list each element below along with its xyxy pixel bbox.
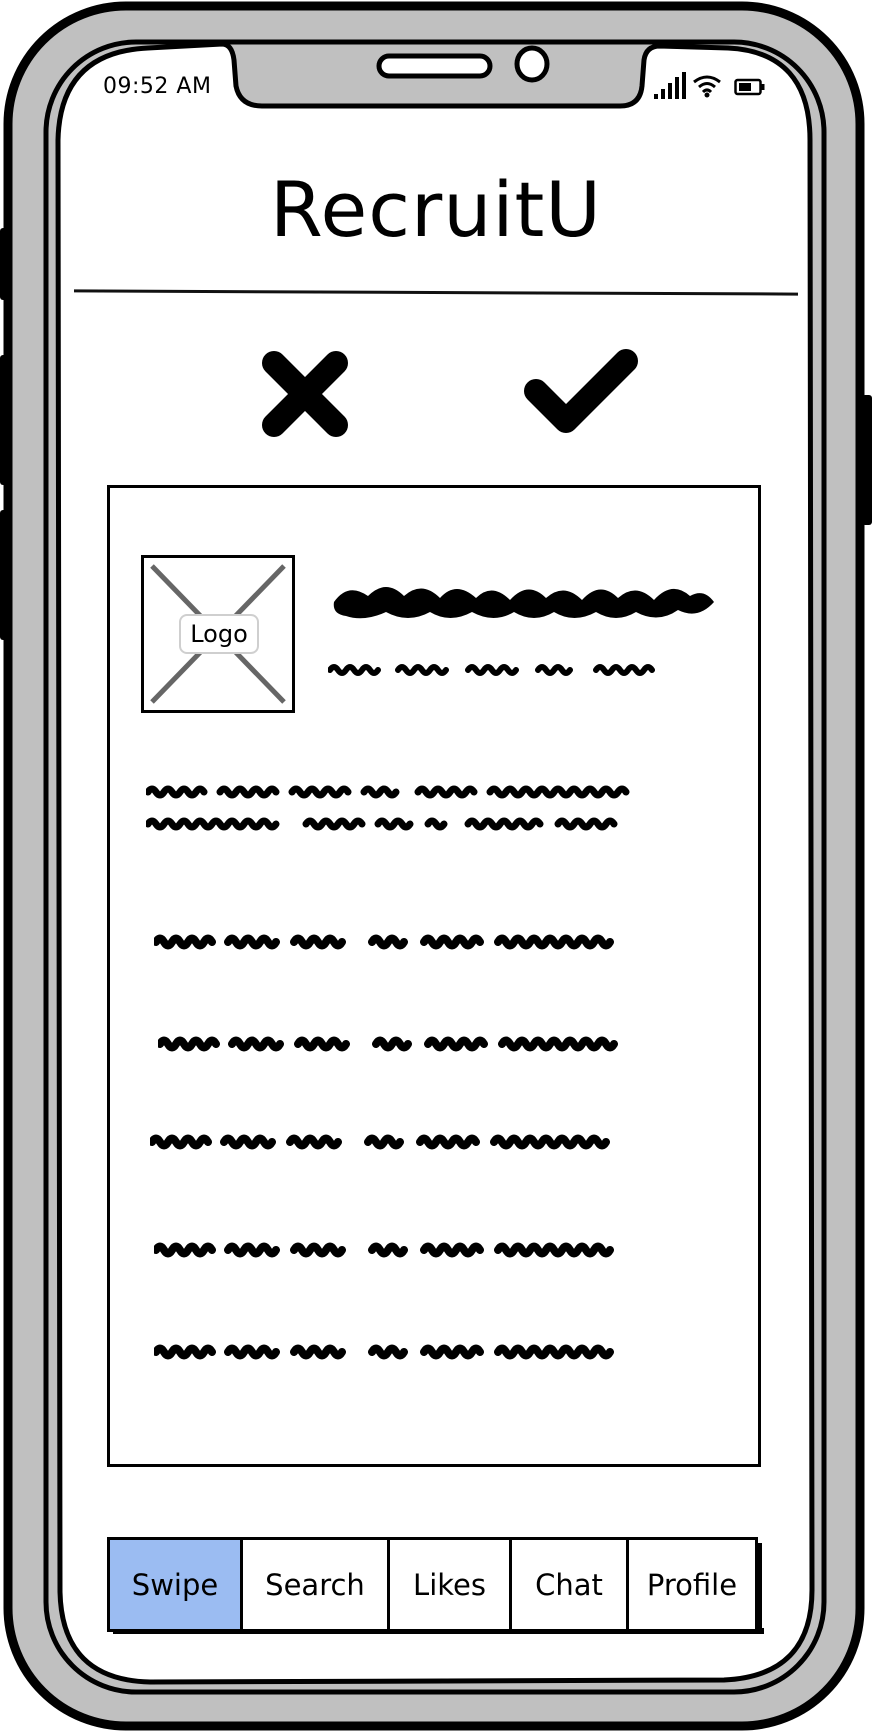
reject-button[interactable] xyxy=(258,347,352,441)
tab-profile[interactable]: Profile xyxy=(629,1540,755,1629)
detail-line-scribble xyxy=(154,1242,614,1258)
detail-line-scribble xyxy=(154,1344,614,1360)
company-name-scribble xyxy=(333,587,714,619)
close-x-icon xyxy=(262,351,348,437)
bottom-tab-bar: Swipe Search Likes Chat Profile xyxy=(107,1537,758,1632)
detail-line-scribble xyxy=(150,1134,610,1150)
logo-label: Logo xyxy=(179,614,259,654)
wifi-icon xyxy=(693,75,721,98)
tab-chat[interactable]: Chat xyxy=(512,1540,629,1629)
description-scribble xyxy=(146,785,630,831)
tab-search[interactable]: Search xyxy=(243,1540,390,1629)
tab-likes[interactable]: Likes xyxy=(390,1540,512,1629)
accept-button[interactable] xyxy=(520,345,642,439)
app-title: RecruitU xyxy=(270,165,602,254)
detail-line-scribble xyxy=(154,934,614,950)
status-time: 09:52 AM xyxy=(103,74,212,99)
tab-swipe[interactable]: Swipe xyxy=(110,1540,243,1629)
battery-icon xyxy=(734,78,765,96)
checkmark-icon xyxy=(524,349,638,433)
detail-line-scribble xyxy=(158,1036,618,1052)
company-subtitle-scribble xyxy=(328,664,655,676)
signal-icon xyxy=(654,72,686,99)
